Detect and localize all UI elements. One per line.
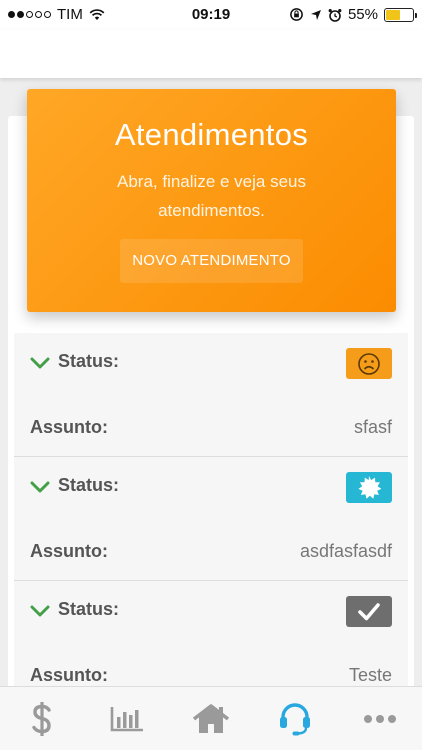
dollar-icon bbox=[32, 701, 51, 736]
bar-chart-icon bbox=[110, 706, 143, 731]
tab-home[interactable] bbox=[181, 687, 241, 750]
subject-row: Assunto: asdfasfasdf bbox=[30, 541, 392, 562]
status-label: Status: bbox=[58, 599, 120, 619]
tab-reports[interactable] bbox=[97, 687, 157, 750]
checkmark-icon bbox=[358, 602, 380, 620]
subject-label: Assunto: bbox=[30, 541, 108, 561]
ticket-list: Status: Assunto: sfasf Status: Assunto: … bbox=[14, 333, 408, 705]
check-icon bbox=[30, 481, 50, 492]
subject-label: Assunto: bbox=[30, 665, 108, 685]
subject-value: asdfasfasdf bbox=[299, 541, 392, 561]
status-row: Status: bbox=[30, 351, 119, 372]
subject-row: Assunto: Teste bbox=[30, 665, 392, 686]
headset-icon bbox=[280, 702, 311, 735]
subject-value: sfasf bbox=[353, 417, 392, 437]
status-bar: TIM 09:19 55% bbox=[0, 0, 422, 30]
status-label: Status: bbox=[58, 351, 120, 371]
battery-percent: 55% bbox=[347, 6, 378, 23]
new-ticket-button[interactable]: NOVO ATENDIMENTO bbox=[120, 239, 303, 283]
check-icon bbox=[30, 357, 50, 368]
rotation-lock-icon bbox=[290, 8, 303, 21]
status-badge bbox=[346, 472, 392, 503]
status-right: 55% bbox=[289, 6, 417, 23]
app-header bbox=[0, 30, 422, 78]
bottom-tab-bar bbox=[0, 686, 422, 750]
subject-label: Assunto: bbox=[30, 417, 108, 437]
list-item[interactable]: Status: Assunto: asdfasfasdf bbox=[14, 457, 408, 581]
location-icon bbox=[310, 9, 321, 20]
battery-icon bbox=[384, 7, 417, 22]
more-icon bbox=[363, 714, 396, 723]
status-row: Status: bbox=[30, 599, 119, 620]
tab-finance[interactable] bbox=[12, 687, 72, 750]
tab-support[interactable] bbox=[265, 687, 325, 750]
tab-more[interactable] bbox=[350, 687, 410, 750]
hero-subtitle: Abra, finalize e veja seus atendimentos. bbox=[117, 172, 306, 220]
sad-face-icon bbox=[358, 352, 380, 375]
status-badge bbox=[346, 596, 392, 627]
subject-value: Teste bbox=[348, 665, 392, 685]
hero-title: Atendimentos bbox=[114, 117, 309, 152]
starburst-icon bbox=[358, 475, 382, 499]
list-item[interactable]: Status: Assunto: sfasf bbox=[14, 333, 408, 457]
hero-card: Atendimentos Abra, finalize e veja seus … bbox=[27, 89, 396, 312]
home-icon bbox=[192, 703, 230, 733]
status-row: Status: bbox=[30, 475, 119, 496]
battery-level bbox=[386, 9, 401, 20]
subject-row: Assunto: sfasf bbox=[30, 417, 392, 438]
alarm-icon bbox=[328, 8, 342, 22]
check-icon bbox=[30, 605, 50, 616]
status-badge bbox=[346, 348, 392, 379]
status-label: Status: bbox=[58, 475, 120, 495]
